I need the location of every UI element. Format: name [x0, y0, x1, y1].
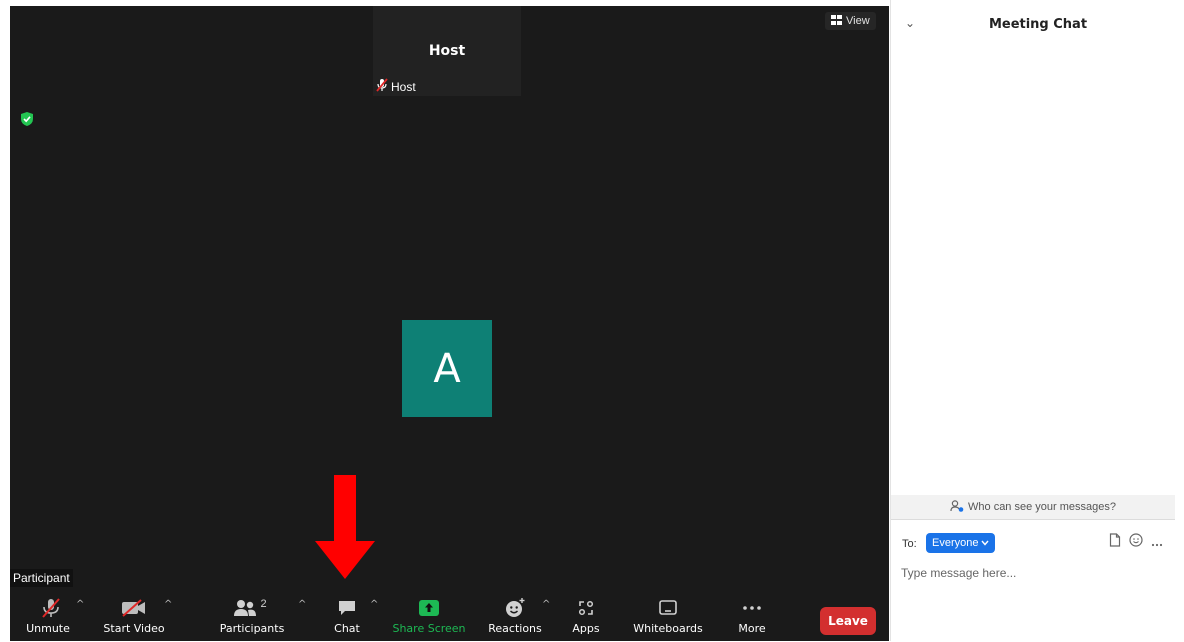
who-can-see-text: Who can see your messages? — [968, 501, 1116, 513]
start-video-button[interactable]: ^ Start Video — [103, 591, 186, 641]
chevron-down-icon — [981, 537, 990, 549]
whiteboard-icon — [654, 597, 682, 619]
video-options-caret[interactable]: ^ — [164, 599, 172, 610]
privacy-person-icon — [950, 499, 964, 515]
participants-label: Participants — [219, 622, 285, 635]
chat-panel: ⌄ Meeting Chat Who can see your messages… — [890, 0, 1184, 641]
reactions-button[interactable]: ^ Reactions — [484, 591, 564, 641]
shield-check-icon[interactable] — [20, 111, 34, 132]
chat-bubble-icon — [332, 597, 362, 619]
unmute-button[interactable]: ^ Unmute — [20, 591, 92, 641]
compose-tools — [1109, 533, 1163, 552]
whiteboards-button[interactable]: Whiteboards — [628, 591, 708, 641]
chat-compose-area: To: Everyone — [891, 519, 1175, 642]
participants-icon: 2 — [230, 597, 270, 619]
message-input[interactable] — [901, 562, 1161, 584]
to-label: To: — [902, 538, 917, 550]
host-video-tile[interactable]: Host Host — [373, 6, 521, 96]
more-label: More — [738, 622, 766, 635]
red-arrow-annotation — [315, 475, 375, 584]
more-button[interactable]: More — [728, 591, 776, 641]
grid-icon — [831, 14, 842, 28]
participants-button[interactable]: 2 ^ Participants — [206, 591, 307, 641]
leave-button[interactable]: Leave — [820, 607, 876, 635]
participants-options-caret[interactable]: ^ — [298, 599, 306, 610]
chat-header: ⌄ Meeting Chat — [891, 0, 1184, 46]
host-tag-label: Host — [391, 79, 416, 94]
view-button-label: View — [846, 15, 870, 27]
unmute-options-caret[interactable]: ^ — [76, 599, 84, 610]
meeting-toolbar: ^ Unmute ^ Start Video 2 ^ Participants … — [10, 591, 889, 641]
ellipsis-icon — [737, 597, 767, 619]
whiteboards-label: Whiteboards — [633, 622, 703, 635]
microphone-muted-icon — [36, 597, 66, 619]
unmute-label: Unmute — [26, 622, 70, 635]
apps-button[interactable]: Apps — [570, 591, 602, 641]
recipient-value: Everyone — [932, 537, 979, 549]
share-screen-icon — [415, 597, 443, 619]
view-button[interactable]: View — [825, 12, 876, 30]
reactions-label: Reactions — [488, 622, 542, 635]
chat-title: Meeting Chat — [988, 17, 1088, 32]
chat-label: Chat — [334, 622, 360, 635]
video-off-icon — [118, 597, 150, 619]
host-tile-name: Host — [428, 43, 466, 59]
participants-count: 2 — [260, 598, 267, 610]
more-options-icon[interactable] — [1151, 534, 1163, 552]
file-icon[interactable] — [1109, 533, 1121, 552]
chat-button[interactable]: ^ Chat — [328, 591, 384, 641]
video-stage: Host Host View A Participant ^ Unmute ^ … — [10, 6, 889, 641]
reactions-options-caret[interactable]: ^ — [542, 599, 550, 610]
chat-options-caret[interactable]: ^ — [370, 599, 378, 610]
start-video-label: Start Video — [103, 622, 165, 635]
apps-label: Apps — [572, 622, 600, 635]
meeting-window: Host Host View A Participant ^ Unmute ^ … — [0, 0, 890, 641]
recipient-select[interactable]: Everyone — [926, 533, 996, 553]
apps-icon — [570, 597, 602, 619]
share-screen-label: Share Screen — [392, 622, 466, 635]
who-can-see-link[interactable]: Who can see your messages? — [891, 495, 1175, 519]
smiley-add-icon — [500, 597, 530, 619]
emoji-icon[interactable] — [1129, 533, 1143, 552]
participant-name-label: Participant — [10, 569, 73, 587]
host-name-tag: Host — [375, 78, 416, 95]
share-screen-button[interactable]: Share Screen — [392, 591, 466, 641]
microphone-muted-icon — [375, 78, 389, 95]
participant-avatar: A — [402, 320, 492, 417]
